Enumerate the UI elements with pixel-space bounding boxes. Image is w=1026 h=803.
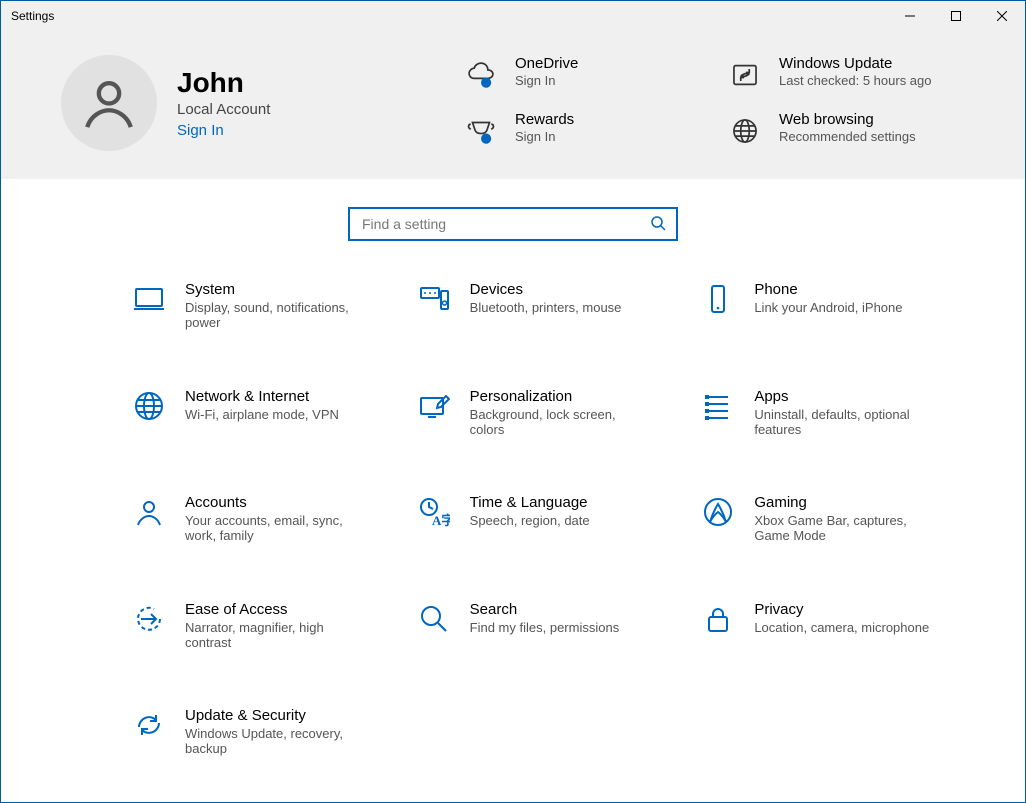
cat-sub: Uninstall, defaults, optional features (754, 407, 934, 437)
devices-icon (416, 281, 452, 317)
cat-title: Ease of Access (185, 601, 365, 618)
ease-of-access-icon (131, 601, 167, 637)
tile-title: Windows Update (779, 55, 932, 72)
cat-sub: Display, sound, notifications, power (185, 300, 365, 330)
avatar (61, 55, 157, 151)
search-icon (650, 215, 666, 234)
cat-ease-of-access[interactable]: Ease of Access Narrator, magnifier, high… (131, 601, 386, 666)
accounts-icon (131, 494, 167, 530)
cat-title: Privacy (754, 601, 929, 618)
cat-apps[interactable]: Apps Uninstall, defaults, optional featu… (700, 388, 955, 453)
cat-title: Gaming (754, 494, 934, 511)
tile-onedrive[interactable]: OneDrive Sign In (461, 55, 701, 95)
cat-devices[interactable]: Devices Bluetooth, printers, mouse (416, 281, 671, 346)
cat-sub: Speech, region, date (470, 513, 590, 528)
maximize-button[interactable] (933, 1, 979, 31)
search-input[interactable] (360, 215, 650, 233)
cat-title: Network & Internet (185, 388, 339, 405)
settings-window: Settings John Local Account (0, 0, 1026, 803)
tile-sub: Last checked: 5 hours ago (779, 73, 932, 88)
window-title: Settings (11, 9, 54, 23)
cat-sub: Background, lock screen, colors (470, 407, 650, 437)
profile-name: John (177, 67, 270, 99)
update-security-icon (131, 707, 167, 743)
gaming-icon (700, 494, 736, 530)
personalization-icon (416, 388, 452, 424)
cat-title: Accounts (185, 494, 365, 511)
apps-icon (700, 388, 736, 424)
categories-grid: System Display, sound, notifications, po… (1, 251, 1025, 802)
header-tiles: OneDrive Sign In Windows Update (461, 55, 965, 151)
cat-sub: Narrator, magnifier, high contrast (185, 620, 365, 650)
cat-title: System (185, 281, 365, 298)
cat-search[interactable]: Search Find my files, permissions (416, 601, 671, 666)
cat-sub: Location, camera, microphone (754, 620, 929, 635)
minimize-button[interactable] (887, 1, 933, 31)
update-icon (725, 55, 765, 95)
cat-time-language[interactable]: A字 Time & Language Speech, region, date (416, 494, 671, 559)
network-icon (131, 388, 167, 424)
cat-update-security[interactable]: Update & Security Windows Update, recove… (131, 707, 386, 772)
cat-sub: Bluetooth, printers, mouse (470, 300, 622, 315)
cat-title: Update & Security (185, 707, 365, 724)
cat-phone[interactable]: Phone Link your Android, iPhone (700, 281, 955, 346)
privacy-icon (700, 601, 736, 637)
titlebar: Settings (1, 1, 1025, 31)
cat-network[interactable]: Network & Internet Wi-Fi, airplane mode,… (131, 388, 386, 453)
search-cat-icon (416, 601, 452, 637)
cat-sub: Windows Update, recovery, backup (185, 726, 365, 756)
cat-title: Search (470, 601, 620, 618)
person-icon (80, 74, 138, 132)
cat-system[interactable]: System Display, sound, notifications, po… (131, 281, 386, 346)
system-icon (131, 281, 167, 317)
tile-rewards[interactable]: Rewards Sign In (461, 111, 701, 151)
rewards-icon (461, 111, 501, 151)
tile-windows-update[interactable]: Windows Update Last checked: 5 hours ago (725, 55, 965, 95)
search-section (1, 179, 1025, 251)
window-controls (887, 1, 1025, 31)
cat-title: Devices (470, 281, 622, 298)
tile-sub: Sign In (515, 73, 578, 88)
time-language-icon: A字 (416, 494, 452, 530)
cat-sub: Xbox Game Bar, captures, Game Mode (754, 513, 934, 543)
tile-title: Web browsing (779, 111, 916, 128)
cat-title: Time & Language (470, 494, 590, 511)
profile-signin-link[interactable]: Sign In (177, 122, 270, 139)
profile-text: John Local Account Sign In (177, 67, 270, 139)
cat-sub: Wi-Fi, airplane mode, VPN (185, 407, 339, 422)
header: John Local Account Sign In OneDrive Sign… (1, 31, 1025, 179)
cat-privacy[interactable]: Privacy Location, camera, microphone (700, 601, 955, 666)
cloud-icon (461, 55, 501, 95)
cat-title: Phone (754, 281, 902, 298)
profile-block[interactable]: John Local Account Sign In (61, 55, 431, 151)
phone-icon (700, 281, 736, 317)
cat-title: Personalization (470, 388, 650, 405)
tile-sub: Sign In (515, 129, 574, 144)
close-button[interactable] (979, 1, 1025, 31)
tile-web-browsing[interactable]: Web browsing Recommended settings (725, 111, 965, 151)
search-box[interactable] (348, 207, 678, 241)
tile-title: OneDrive (515, 55, 578, 72)
globe-icon (725, 111, 765, 151)
tile-title: Rewards (515, 111, 574, 128)
cat-personalization[interactable]: Personalization Background, lock screen,… (416, 388, 671, 453)
cat-sub: Link your Android, iPhone (754, 300, 902, 315)
cat-gaming[interactable]: Gaming Xbox Game Bar, captures, Game Mod… (700, 494, 955, 559)
cat-title: Apps (754, 388, 934, 405)
profile-account-type: Local Account (177, 101, 270, 118)
cat-sub: Your accounts, email, sync, work, family (185, 513, 365, 543)
cat-accounts[interactable]: Accounts Your accounts, email, sync, wor… (131, 494, 386, 559)
tile-sub: Recommended settings (779, 129, 916, 144)
cat-sub: Find my files, permissions (470, 620, 620, 635)
svg-text:A字: A字 (432, 513, 450, 528)
